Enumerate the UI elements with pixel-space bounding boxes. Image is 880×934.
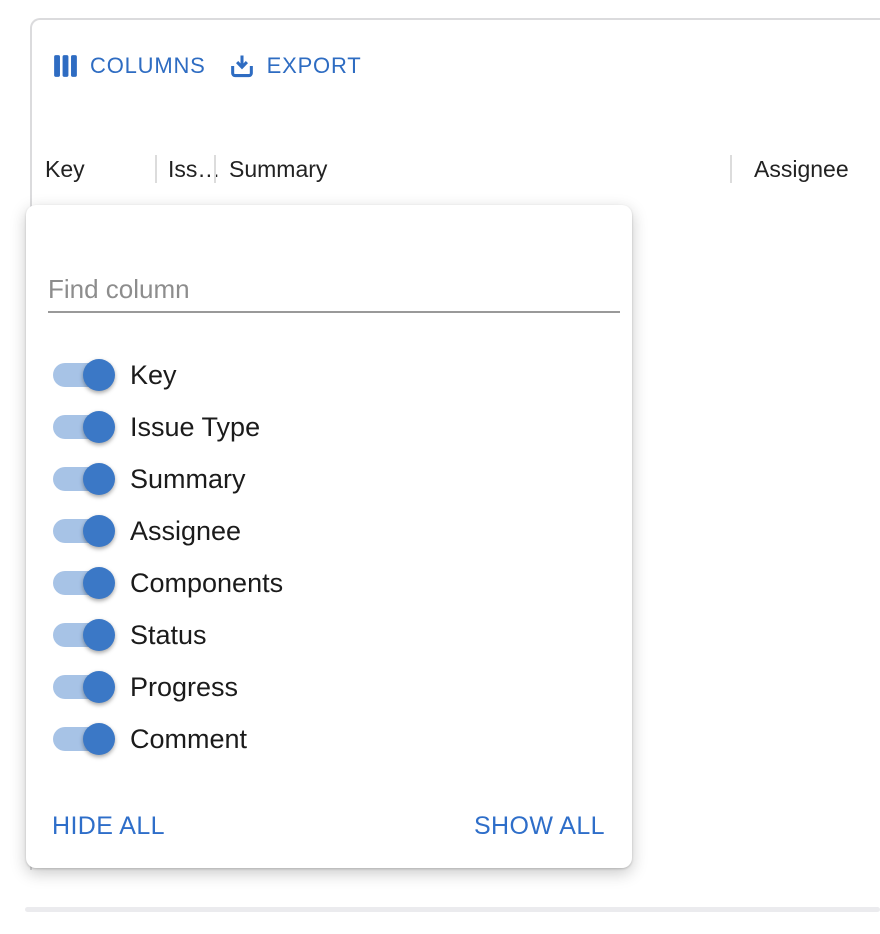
- column-header-summary[interactable]: Summary: [229, 156, 327, 183]
- toggle-label: Assignee: [130, 505, 241, 557]
- columns-picker-panel: Key Issue Type Summary Assignee Componen…: [26, 205, 632, 868]
- toggle-switch[interactable]: [53, 467, 107, 491]
- toggle-label: Progress: [130, 661, 238, 713]
- hide-all-button[interactable]: HIDE ALL: [52, 812, 165, 841]
- toggle-label: Issue Type: [130, 401, 260, 453]
- toggle-knob: [83, 411, 115, 443]
- column-header-issuetype[interactable]: Iss…: [168, 156, 220, 183]
- column-toggle-key: Key: [26, 349, 632, 401]
- column-toggle-list: Key Issue Type Summary Assignee Componen…: [26, 349, 632, 765]
- column-divider[interactable]: [155, 155, 157, 183]
- toggle-knob: [83, 359, 115, 391]
- column-header-assignee[interactable]: Assignee: [754, 156, 849, 183]
- toggle-label: Components: [130, 557, 283, 609]
- show-all-button[interactable]: SHOW ALL: [474, 812, 605, 841]
- columns-icon: [52, 53, 79, 79]
- toggle-label: Key: [130, 349, 177, 401]
- toggle-switch[interactable]: [53, 571, 107, 595]
- toggle-switch[interactable]: [53, 623, 107, 647]
- column-toggle-progress: Progress: [26, 661, 632, 713]
- column-toggle-summary: Summary: [26, 453, 632, 505]
- table-toolbar: COLUMNS EXPORT: [52, 50, 362, 82]
- column-header-key[interactable]: Key: [45, 156, 85, 183]
- find-column-input[interactable]: [48, 267, 620, 313]
- toggle-knob: [83, 723, 115, 755]
- toggle-knob: [83, 671, 115, 703]
- horizontal-scrollbar[interactable]: [25, 907, 880, 912]
- toggle-switch[interactable]: [53, 363, 107, 387]
- column-toggle-assignee: Assignee: [26, 505, 632, 557]
- toggle-knob: [83, 463, 115, 495]
- download-icon: [228, 52, 256, 80]
- toggle-switch[interactable]: [53, 415, 107, 439]
- toggle-label: Status: [130, 609, 207, 661]
- toggle-knob: [83, 515, 115, 547]
- toggle-label: Summary: [130, 453, 246, 505]
- toggle-knob: [83, 567, 115, 599]
- columns-button-label: COLUMNS: [90, 53, 206, 79]
- toggle-switch[interactable]: [53, 519, 107, 543]
- toggle-label: Comment: [130, 713, 247, 765]
- toggle-knob: [83, 619, 115, 651]
- export-button[interactable]: EXPORT: [228, 52, 362, 80]
- column-divider[interactable]: [214, 155, 216, 183]
- column-divider[interactable]: [730, 155, 732, 183]
- toggle-switch[interactable]: [53, 675, 107, 699]
- column-toggle-comment: Comment: [26, 713, 632, 765]
- column-toggle-status: Status: [26, 609, 632, 661]
- toggle-switch[interactable]: [53, 727, 107, 751]
- column-toggle-issue-type: Issue Type: [26, 401, 632, 453]
- export-button-label: EXPORT: [267, 53, 362, 79]
- column-toggle-components: Components: [26, 557, 632, 609]
- columns-button[interactable]: COLUMNS: [52, 53, 206, 79]
